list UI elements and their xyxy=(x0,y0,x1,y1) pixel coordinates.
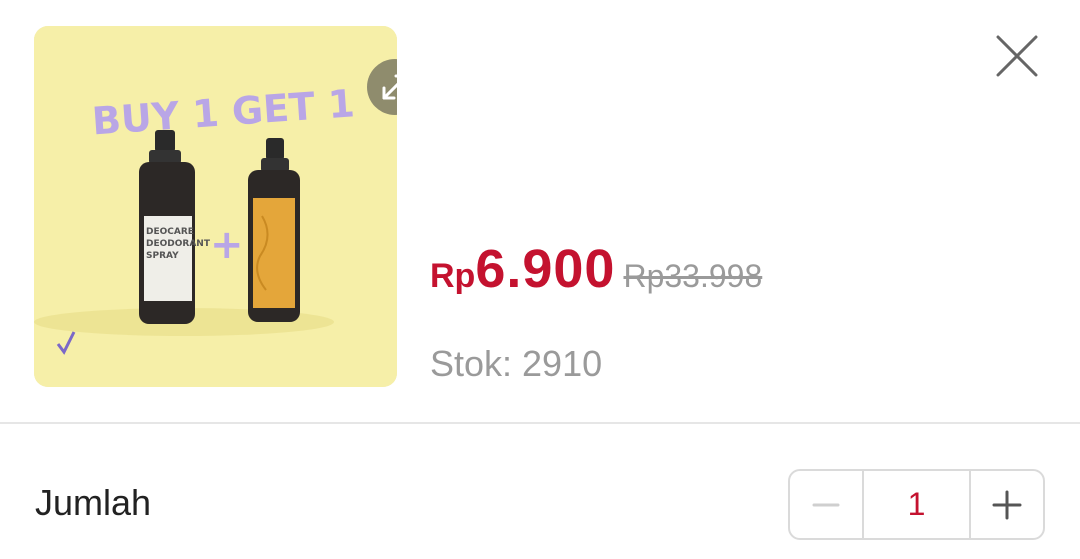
quantity-label: Jumlah xyxy=(35,482,152,523)
original-price: Rp33.998 xyxy=(623,258,763,294)
close-button[interactable] xyxy=(986,25,1048,87)
bottle-label-line-1: DEOCARE xyxy=(146,227,194,237)
quantity-value[interactable]: 1 xyxy=(862,471,971,538)
price-amount: 6.900 xyxy=(475,239,616,299)
increase-quantity-button[interactable] xyxy=(971,471,1043,538)
bottle-label-line-3: SPRAY xyxy=(146,251,179,261)
promo-plus: + xyxy=(210,222,244,268)
price-row: Rp 6.900 Rp33.998 xyxy=(430,238,762,300)
quantity-stepper: 1 xyxy=(788,469,1045,540)
minus-icon xyxy=(812,503,840,506)
product-variant-sheet: BUY 1 GET 1 DEOCARE DEODORANT SPRAY + Rp… xyxy=(0,0,1080,559)
product-image[interactable]: BUY 1 GET 1 DEOCARE DEODORANT SPRAY + xyxy=(34,26,397,387)
plus-icon xyxy=(992,490,1022,519)
product-photo: BUY 1 GET 1 DEOCARE DEODORANT SPRAY + xyxy=(34,26,397,387)
bottle-label-line-2: DEODORANT xyxy=(146,239,211,249)
expand-icon xyxy=(382,74,397,100)
decrease-quantity-button[interactable] xyxy=(790,471,862,538)
price-currency: Rp xyxy=(430,257,476,295)
stock-count: Stok: 2910 xyxy=(430,343,603,384)
close-icon xyxy=(996,35,1038,77)
divider xyxy=(0,422,1080,424)
